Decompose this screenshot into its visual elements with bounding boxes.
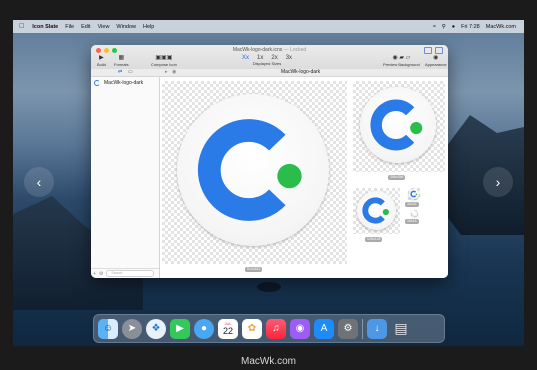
- system-preferences-icon[interactable]: ⚙: [338, 318, 358, 339]
- messages-icon[interactable]: ●: [194, 318, 214, 339]
- appearance-icon: ◉: [433, 55, 439, 61]
- finder-icon[interactable]: ☺: [98, 318, 118, 339]
- size-label-256: 256x256: [388, 175, 406, 180]
- play-icon: ▶: [99, 55, 104, 61]
- watermark: MacWk.com: [241, 356, 296, 367]
- appearance-label: Appearance: [425, 62, 447, 67]
- menu-app-name[interactable]: Icon Slate: [32, 24, 58, 30]
- sidebar-list-toggle-icon[interactable]: ⇄: [118, 69, 122, 75]
- trash-icon[interactable]: ▤: [391, 319, 411, 339]
- dock-separator: [362, 318, 363, 339]
- desktop:  Icon Slate File Edit View Window Help …: [13, 20, 524, 346]
- safari-icon[interactable]: ❖: [146, 318, 166, 339]
- logo-graphic: [362, 197, 389, 224]
- size-3x-button[interactable]: 3x: [286, 55, 292, 61]
- logo-graphic: [410, 190, 418, 198]
- window-titlebar: MacWk-logo-dark.icns — Locked ▶ Build ▦ …: [91, 45, 448, 70]
- app-logo-icon: [357, 191, 396, 230]
- menu-site[interactable]: MacWk.com: [486, 24, 516, 30]
- size-xx-button[interactable]: Xx: [242, 55, 249, 61]
- spotlight-icon[interactable]: ⚲: [442, 24, 446, 30]
- formats-icon: ▦: [118, 55, 125, 61]
- build-button[interactable]: ▶ Build: [97, 55, 106, 67]
- icon-slate-window: MacWk-logo-dark.icns — Locked ▶ Build ▦ …: [91, 45, 448, 278]
- wifi-icon[interactable]: ≈: [433, 24, 436, 30]
- formats-label: Formats: [114, 62, 129, 67]
- build-label: Build: [97, 62, 106, 67]
- preview-background-control[interactable]: ◉ ▰ ▱ Preview Background: [383, 55, 420, 67]
- app-logo-icon: [409, 189, 419, 199]
- preview-32[interactable]: [408, 188, 420, 200]
- preview-background-icons: ◉ ▰ ▱: [392, 55, 411, 61]
- menu-file[interactable]: File: [65, 24, 74, 30]
- size-label-32: 32x32: [405, 202, 419, 207]
- previous-arrow-icon[interactable]: ‹: [24, 167, 54, 197]
- panel-toggles: [424, 47, 443, 54]
- app-logo-icon: [177, 94, 329, 246]
- canvas-eye-icon[interactable]: ◉: [172, 69, 176, 75]
- sidebar-footer: + ⚙ Search: [91, 268, 159, 278]
- next-arrow-icon[interactable]: ›: [483, 167, 513, 197]
- preview-background-label: Preview Background: [383, 62, 420, 67]
- calendar-day: 22: [222, 326, 233, 336]
- canvas-title: MacWk-logo-dark: [281, 69, 321, 75]
- downloads-folder-icon[interactable]: ↓: [367, 318, 387, 339]
- app-logo-icon: [360, 87, 436, 163]
- podcasts-icon[interactable]: ◉: [290, 318, 310, 339]
- size-label-16: 16x16: [405, 219, 419, 224]
- document-name: MacWk-logo-dark.icns: [232, 47, 283, 53]
- app-logo-icon: [412, 211, 417, 216]
- menu-help[interactable]: Help: [143, 24, 154, 30]
- icon-canvas: 512x512 256x256 128x128 32x32 16x16: [160, 77, 448, 278]
- displayed-sizes-control: Xx 1x 2x 3x Displayed Sizes: [242, 55, 292, 66]
- menu-clock[interactable]: Fri 7:28: [461, 24, 480, 30]
- size-label-512: 512x512: [245, 267, 263, 272]
- gear-icon[interactable]: ⚙: [99, 271, 103, 277]
- calendar-icon[interactable]: JUL 22: [218, 318, 238, 339]
- preview-16[interactable]: [411, 210, 418, 217]
- logo-graphic: [370, 99, 423, 151]
- menu-view[interactable]: View: [98, 24, 110, 30]
- menu-edit[interactable]: Edit: [81, 24, 90, 30]
- app-store-icon[interactable]: A: [314, 318, 334, 339]
- dock: ☺ ➤ ❖ ▶ ● JUL 22 ✿ ♫ ◉ A ⚙ ↓ ▤: [93, 314, 445, 343]
- displayed-sizes-label: Displayed Sizes: [252, 61, 282, 66]
- sidebar-item-macwk-logo-dark[interactable]: MacWk-logo-dark: [94, 80, 143, 86]
- toggle-left-panel-icon[interactable]: [424, 47, 432, 54]
- logo-graphic: [197, 119, 302, 221]
- menu-window[interactable]: Window: [116, 24, 136, 30]
- preview-512[interactable]: [162, 81, 347, 264]
- compose-icon: ▣▣▣: [155, 55, 173, 61]
- sidebar-item-label: MacWk-logo-dark: [104, 80, 144, 86]
- sidebar: MacWk-logo-dark + ⚙ Search: [91, 77, 160, 278]
- launchpad-icon[interactable]: ➤: [122, 318, 142, 339]
- apple-menu-icon[interactable]: : [19, 23, 24, 30]
- compose-icon-button[interactable]: ▣▣▣ Compose Icon: [151, 55, 177, 67]
- add-icon[interactable]: +: [93, 271, 96, 277]
- canvas-nav-icon[interactable]: ▸: [165, 69, 168, 75]
- music-icon[interactable]: ♫: [266, 318, 286, 339]
- compose-label: Compose Icon: [151, 62, 177, 67]
- sidebar-device-toggle-icon[interactable]: ▭: [128, 69, 133, 75]
- preview-256[interactable]: [353, 81, 445, 172]
- menu-bar:  Icon Slate File Edit View Window Help …: [13, 20, 524, 33]
- window-title: MacWk-logo-dark.icns — Locked: [91, 47, 448, 53]
- formats-button[interactable]: ▦ Formats: [114, 55, 129, 67]
- user-icon[interactable]: ●: [452, 24, 455, 30]
- preview-128[interactable]: [353, 188, 400, 234]
- toggle-right-panel-icon[interactable]: [435, 47, 443, 54]
- document-icon: [94, 80, 100, 86]
- wallpaper-islet: [257, 282, 281, 292]
- canvas-header: ⇄ ▭ ▸ ◉ MacWk-logo-dark: [91, 69, 448, 77]
- photos-icon[interactable]: ✿: [242, 318, 262, 339]
- sidebar-search-field[interactable]: Search: [106, 270, 155, 277]
- facetime-icon[interactable]: ▶: [170, 318, 190, 339]
- size-label-128: 128x128: [365, 237, 383, 242]
- appearance-control[interactable]: ◉ Appearance: [425, 55, 447, 67]
- locked-status: — Locked: [283, 47, 307, 53]
